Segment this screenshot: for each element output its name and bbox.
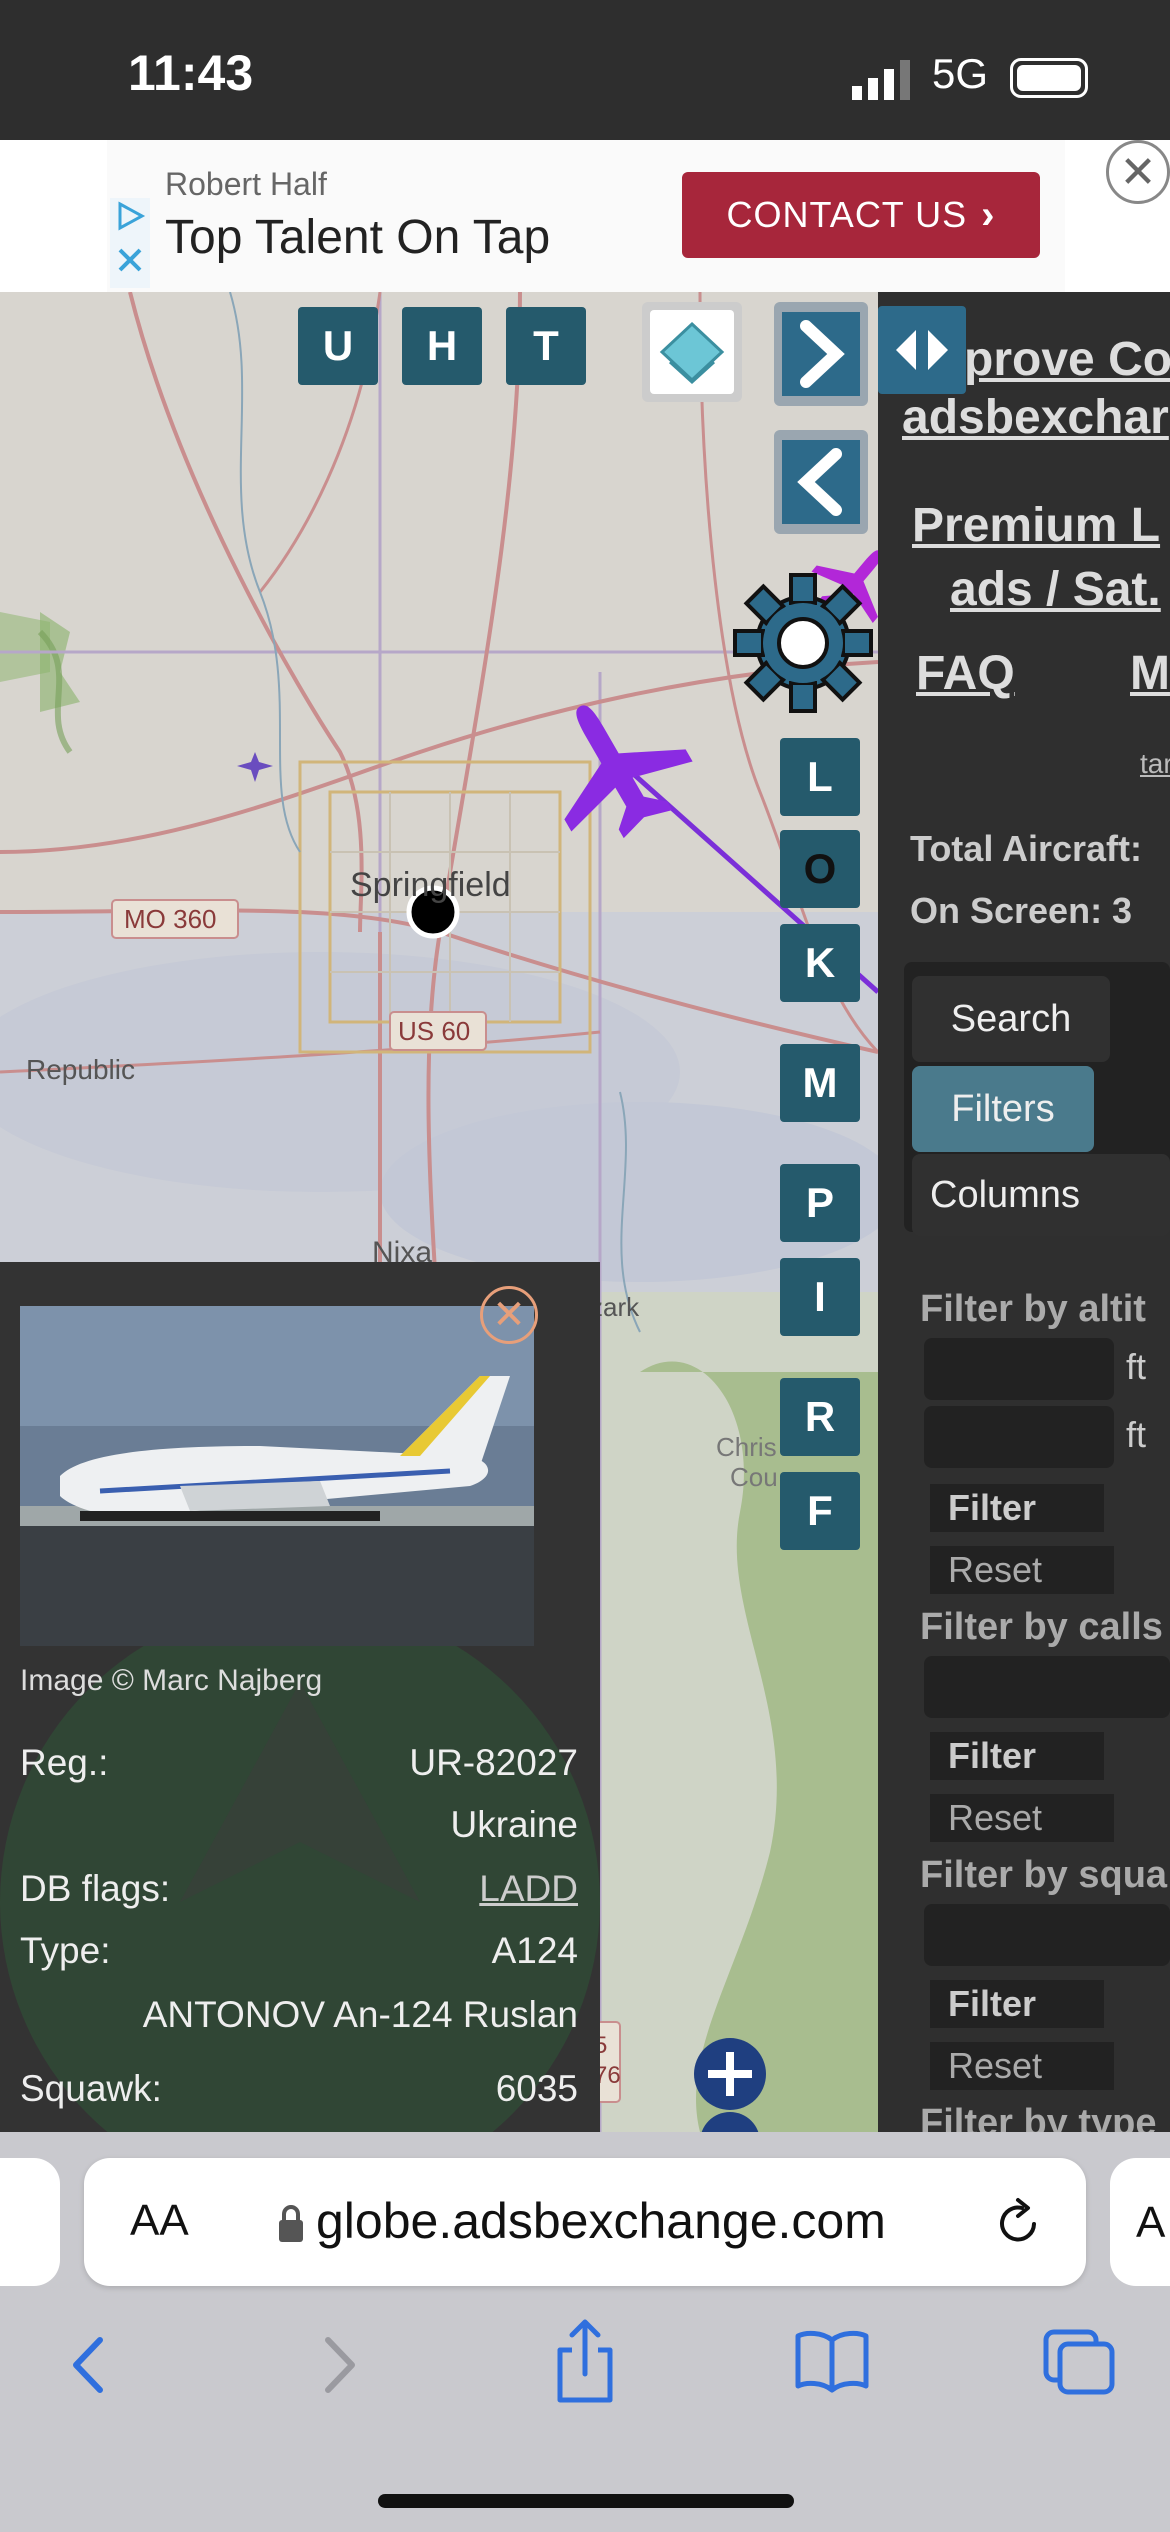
tab-filters[interactable]: Filters bbox=[912, 1066, 1094, 1152]
info-label-dbflags: DB flags: bbox=[20, 1868, 171, 1909]
battery-icon bbox=[1010, 58, 1088, 98]
altitude-min-unit: ft bbox=[1126, 1346, 1147, 1387]
home-indicator[interactable] bbox=[378, 2494, 794, 2508]
toggle-sidebar-button[interactable] bbox=[878, 306, 966, 394]
info-label-type: Type: bbox=[20, 1930, 111, 1971]
info-value-squawk: 6035 bbox=[495, 2068, 578, 2109]
map-label-christian-2: Cou bbox=[730, 1462, 778, 1492]
premium-link-2[interactable]: ads / Sat. bbox=[950, 562, 1161, 617]
improve-coverage-link-2[interactable]: adsbexchar bbox=[902, 390, 1169, 445]
info-label-reg: Reg.: bbox=[20, 1742, 109, 1783]
map-button-o[interactable]: O bbox=[780, 830, 860, 908]
map-button-l[interactable]: L bbox=[780, 738, 860, 816]
map-button-h[interactable]: H bbox=[402, 307, 482, 385]
filter-squawk-button[interactable]: Filter bbox=[930, 1980, 1104, 2028]
map-button-m[interactable]: M bbox=[780, 1044, 860, 1122]
aircraft-photo[interactable] bbox=[20, 1306, 534, 1646]
chevron-left-icon bbox=[782, 440, 860, 524]
tar-link[interactable]: tar bbox=[1140, 748, 1170, 780]
filter-callsign-title: Filter by calls bbox=[920, 1606, 1163, 1648]
ad-advertiser: Robert Half bbox=[165, 166, 327, 202]
layers-icon bbox=[650, 310, 734, 394]
altitude-min-input[interactable] bbox=[924, 1338, 1114, 1400]
filter-altitude-button[interactable]: Filter bbox=[930, 1484, 1104, 1532]
map-button-u[interactable]: U bbox=[298, 307, 378, 385]
info-value-dbflags[interactable]: LADD bbox=[479, 1868, 578, 1910]
map-label-mo360: MO 360 bbox=[124, 904, 217, 934]
premium-link-1[interactable]: Premium L bbox=[912, 498, 1160, 553]
signal-icon bbox=[852, 60, 910, 100]
ad-contact-button[interactable]: CONTACT US › bbox=[682, 172, 1040, 258]
ad-close-button[interactable]: ✕ bbox=[1106, 140, 1170, 204]
squawk-input[interactable] bbox=[924, 1904, 1170, 1966]
altitude-max-unit: ft bbox=[1126, 1414, 1147, 1455]
callsign-input[interactable] bbox=[924, 1656, 1170, 1718]
reset-callsign-button[interactable]: Reset bbox=[930, 1794, 1114, 1842]
info-value-type: A124 bbox=[491, 1930, 578, 1971]
gear-icon[interactable] bbox=[728, 568, 878, 718]
share-icon[interactable] bbox=[550, 2316, 620, 2406]
filter-altitude-title: Filter by altit bbox=[920, 1288, 1146, 1330]
lock-icon bbox=[279, 2205, 303, 2242]
map-button-p[interactable]: P bbox=[780, 1164, 860, 1242]
tab-search[interactable]: Search bbox=[912, 976, 1110, 1062]
map-label-christian-1: Chris bbox=[716, 1432, 777, 1462]
map-label-us60: US 60 bbox=[398, 1016, 471, 1046]
next-aircraft-button[interactable] bbox=[774, 302, 868, 406]
close-info-button[interactable]: ✕ bbox=[480, 1286, 538, 1344]
altitude-max-input[interactable] bbox=[924, 1406, 1114, 1468]
adchoices-icon[interactable] bbox=[110, 198, 150, 288]
chevron-right-icon: › bbox=[981, 192, 996, 237]
map-label-city: Springfield bbox=[350, 866, 511, 904]
total-aircraft: Total Aircraft: bbox=[910, 828, 1143, 869]
reset-altitude-button[interactable]: Reset bbox=[930, 1546, 1114, 1594]
tab-columns[interactable]: Columns bbox=[912, 1154, 1170, 1236]
reset-squawk-button[interactable]: Reset bbox=[930, 2042, 1114, 2090]
filter-squawk-title: Filter by squa bbox=[920, 1854, 1168, 1896]
map-button-r[interactable]: R bbox=[780, 1378, 860, 1456]
map-button-i[interactable]: I bbox=[780, 1258, 860, 1336]
close-icon: ✕ bbox=[1119, 147, 1157, 197]
info-label-squawk: Squawk: bbox=[20, 2068, 162, 2109]
back-icon[interactable] bbox=[64, 2330, 114, 2400]
m-link[interactable]: M bbox=[1130, 646, 1170, 701]
tabs-icon[interactable] bbox=[1040, 2326, 1120, 2396]
map-button-k[interactable]: K bbox=[780, 924, 860, 1002]
network-type: 5G bbox=[932, 50, 989, 97]
url-text[interactable]: globe.adsbexchange.com bbox=[316, 2192, 886, 2250]
bookmarks-icon[interactable] bbox=[792, 2326, 872, 2396]
sidebar: Improve Co adsbexchar Premium L ads / Sa… bbox=[878, 292, 1170, 2132]
reload-icon[interactable] bbox=[994, 2196, 1044, 2250]
forward-icon[interactable] bbox=[314, 2330, 364, 2400]
photo-credit: Image © Marc Najberg bbox=[20, 1664, 323, 1697]
next-tab-preview[interactable]: A bbox=[1110, 2158, 1170, 2286]
map-button-t[interactable]: T bbox=[506, 307, 586, 385]
aa-label: AA bbox=[130, 2196, 189, 2245]
info-value-reg: UR-82027 bbox=[409, 1742, 578, 1783]
ad-headline[interactable]: Top Talent On Tap bbox=[165, 210, 550, 265]
filter-type-title: Filter by type bbox=[920, 2102, 1157, 2132]
info-value-typename: ANTONOV An-124 Ruslan bbox=[142, 1994, 578, 2035]
close-icon: ✕ bbox=[492, 1293, 526, 1337]
prev-aircraft-button[interactable] bbox=[774, 430, 868, 534]
ad-contact-label: CONTACT US bbox=[726, 194, 968, 235]
reader-settings-button[interactable]: AA bbox=[130, 2196, 189, 2246]
info-value-country: Ukraine bbox=[450, 1804, 579, 1845]
chevron-right-icon bbox=[782, 312, 860, 396]
status-time: 11:43 bbox=[128, 45, 254, 101]
faq-link[interactable]: FAQ bbox=[916, 646, 1015, 701]
map-button-f[interactable]: F bbox=[780, 1472, 860, 1550]
map-label-republic: Republic bbox=[26, 1054, 135, 1085]
expand-arrows-icon bbox=[896, 330, 948, 370]
previous-tab-preview[interactable] bbox=[0, 2158, 60, 2286]
on-screen-count: On Screen: 3 bbox=[910, 890, 1133, 931]
filter-callsign-button[interactable]: Filter bbox=[930, 1732, 1104, 1780]
